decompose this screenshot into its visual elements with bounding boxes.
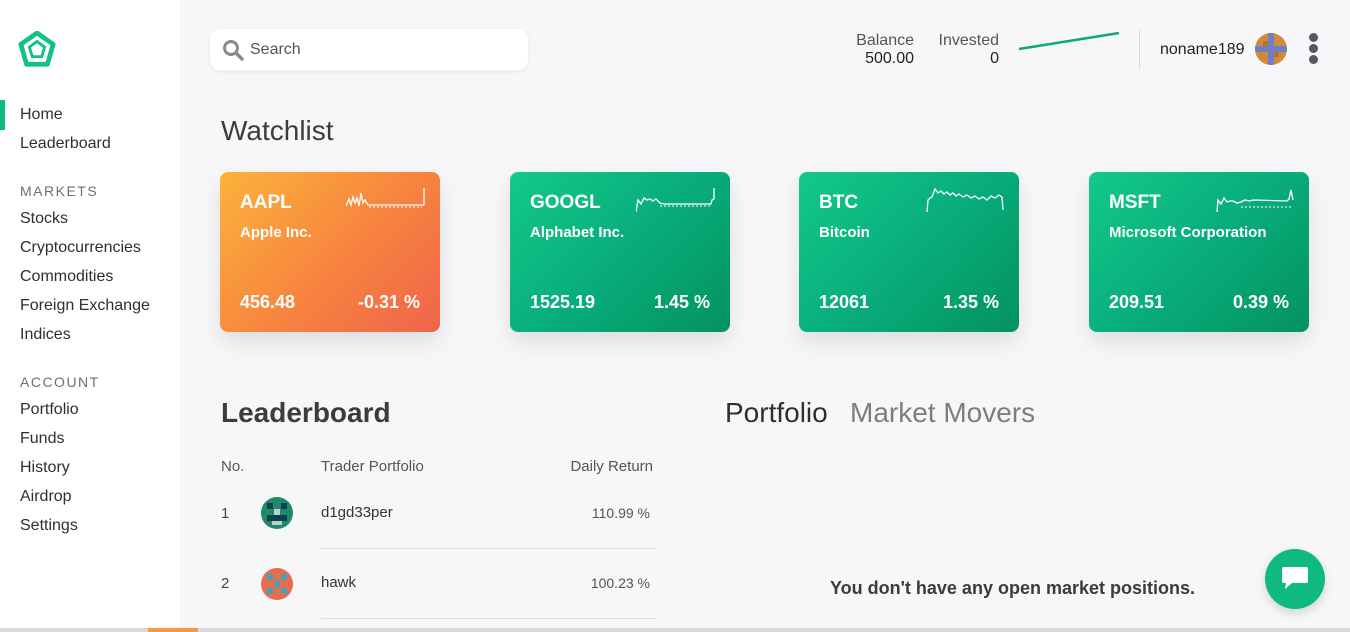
card-symbol: AAPL [240,192,292,213]
sidebar-item-cryptocurrencies[interactable]: Cryptocurrencies [20,237,141,259]
card-company-name: Bitcoin [819,224,870,241]
bottom-scroll-indicator [0,628,1350,632]
watchlist-card-btc[interactable]: BTC Bitcoin 12061 1.35 % [799,172,1019,332]
sidebar-item-stocks[interactable]: Stocks [20,208,68,230]
column-header-no: No. [221,458,245,475]
card-company-name: Alphabet Inc. [530,224,625,241]
logo-icon[interactable] [18,31,56,69]
card-sparkline [636,188,715,212]
watchlist-card-googl[interactable]: GOOGL Alphabet Inc. 1525.19 1.45 % [510,172,730,332]
sidebar-item-portfolio[interactable]: Portfolio [20,399,79,421]
sidebar-item-foreign-exchange[interactable]: Foreign Exchange [20,295,150,317]
row-divider [321,548,657,549]
row-divider [321,618,657,619]
search-input[interactable] [250,29,520,70]
card-sparkline [1216,189,1294,212]
card-price: 12061 [819,292,870,312]
card-sparkline [346,188,425,208]
trader-daily-return: 100.23 % [590,575,650,591]
kebab-menu-icon[interactable] [1305,33,1321,67]
search-box[interactable] [210,29,528,70]
row-rank: 2 [221,575,230,592]
card-symbol: BTC [819,192,859,213]
card-price: 1525.19 [530,292,596,312]
invested-label: Invested [938,32,999,49]
column-header-return: Daily Return [570,458,653,475]
sidebar-item-settings[interactable]: Settings [20,515,78,537]
card-price: 209.51 [1109,292,1165,312]
leaderboard-title: Leaderboard [221,397,391,428]
trader-name[interactable]: d1gd33per [321,504,393,522]
card-symbol: GOOGL [530,192,601,213]
sidebar-item-history[interactable]: History [20,457,70,479]
balance-stat: Balance 500.00 [848,32,914,68]
balance-sparkline [1018,31,1120,51]
card-sparkline [926,187,1004,212]
sidebar: Home Leaderboard MARKETS Stocks Cryptocu… [0,0,180,632]
sidebar-section-account: ACCOUNT [20,374,100,390]
card-change: -0.31 % [357,292,420,312]
watchlist-card-msft[interactable]: MSFT Microsoft Corporation 209.51 0.39 % [1089,172,1309,332]
sidebar-section-markets: MARKETS [20,183,99,199]
card-company-name: Apple Inc. [240,224,312,241]
search-icon [223,40,244,61]
card-company-name: Microsoft Corporation [1109,224,1267,241]
card-change: 0.39 % [1232,292,1289,312]
watchlist-title: Watchlist [221,115,334,146]
portfolio-empty-message: You don't have any open market positions… [829,578,1195,598]
invested-stat: Invested 0 [930,32,999,68]
user-avatar[interactable] [1255,33,1287,65]
sidebar-item-leaderboard[interactable]: Leaderboard [20,133,111,155]
card-price: 456.48 [240,292,296,312]
card-change: 1.35 % [942,292,999,312]
trader-daily-return: 110.99 % [591,505,650,521]
tab-portfolio[interactable]: Portfolio [725,397,828,429]
header-divider [1139,30,1140,70]
row-rank: 1 [221,505,230,522]
sidebar-item-funds[interactable]: Funds [20,428,64,450]
trader-avatar[interactable] [261,568,293,600]
watchlist-card-aapl[interactable]: AAPL Apple Inc. 456.48 -0.31 % [220,172,440,332]
sidebar-item-indices[interactable]: Indices [20,324,71,346]
chat-icon [1282,567,1308,589]
balance-label: Balance [856,32,914,49]
invested-value: 0 [990,50,999,67]
balance-value: 500.00 [865,50,914,67]
trader-avatar[interactable] [261,497,293,529]
sidebar-item-commodities[interactable]: Commodities [20,266,113,288]
sidebar-item-airdrop[interactable]: Airdrop [20,486,72,508]
username[interactable]: noname189 [1160,40,1245,60]
sidebar-item-home[interactable]: Home [0,100,63,130]
trader-name[interactable]: hawk [321,574,356,592]
column-header-trader: Trader Portfolio [321,458,424,475]
tab-market-movers[interactable]: Market Movers [850,397,1035,429]
card-change: 1.45 % [653,292,710,312]
card-symbol: MSFT [1109,192,1161,213]
chat-button[interactable] [1265,549,1325,609]
